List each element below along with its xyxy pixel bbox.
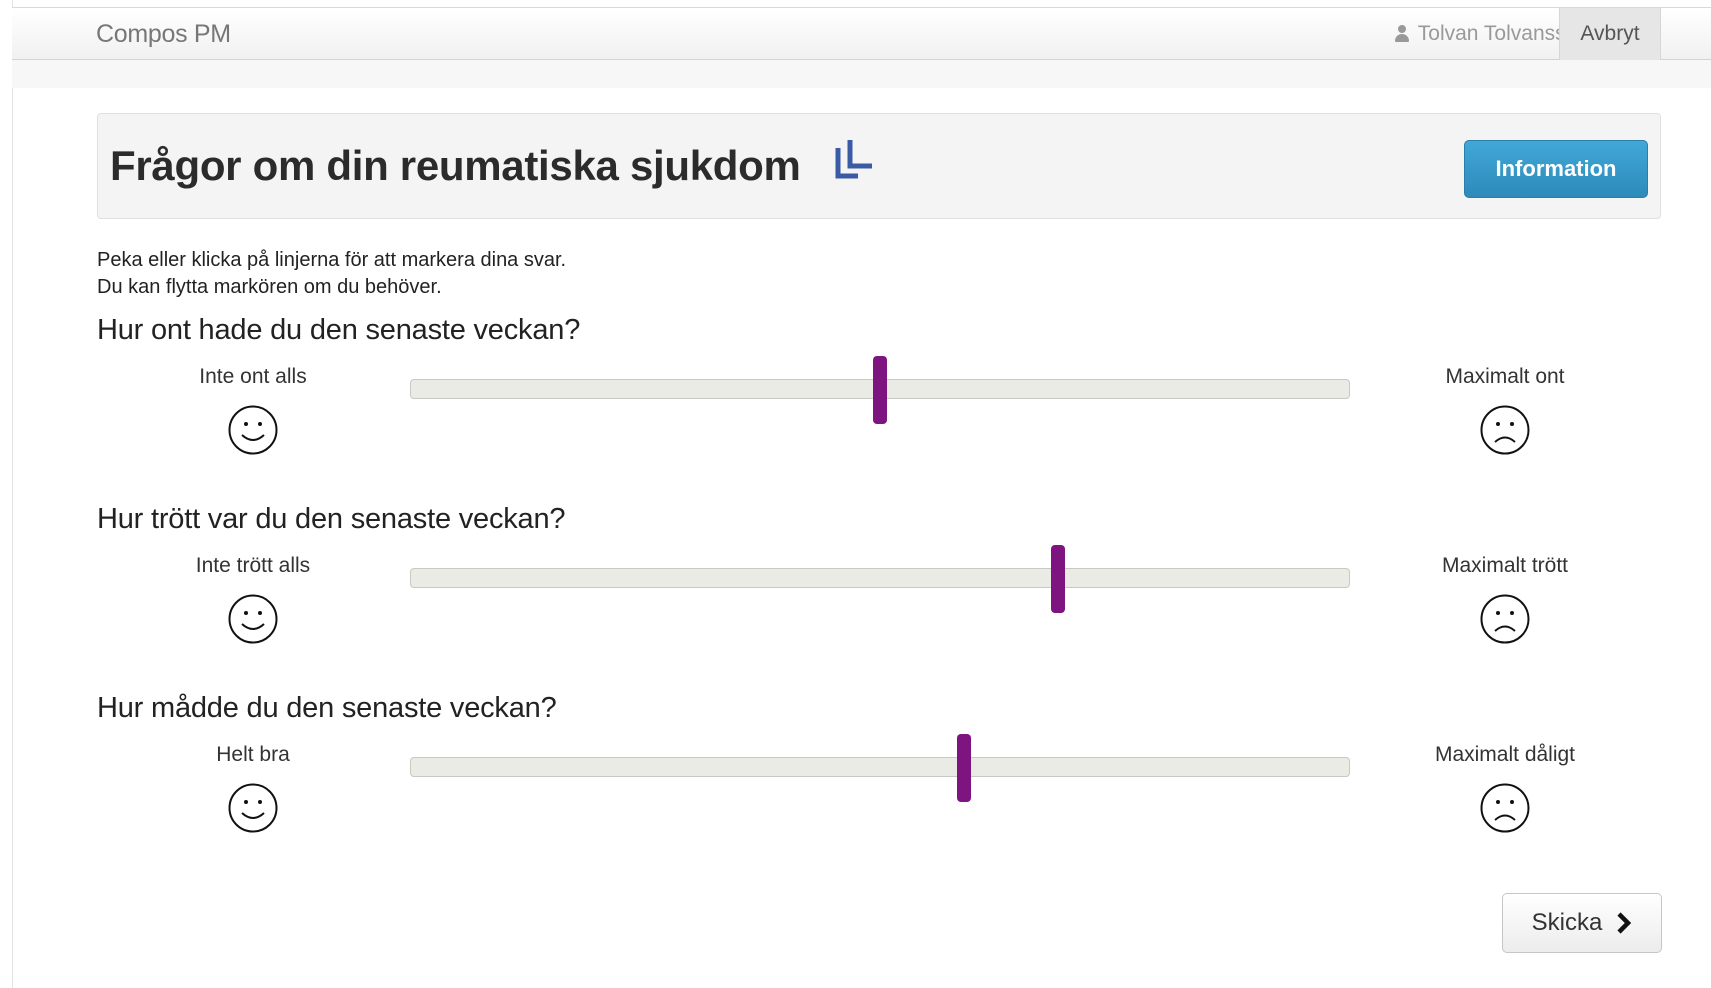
question-1-text: Hur ont hade du den senaste veckan? <box>97 314 581 346</box>
question-2-max-label: Maximalt trött <box>1441 554 1569 577</box>
sad-face-icon <box>1480 594 1530 644</box>
instruction-line-1: Peka eller klicka på linjerna för att ma… <box>97 249 567 271</box>
information-button[interactable]: Information <box>1464 140 1648 198</box>
cancel-button[interactable]: Avbryt <box>1559 8 1661 60</box>
user-icon <box>1394 25 1410 43</box>
nav-subbar <box>12 60 1711 88</box>
question-2-min-label: Inte trött alls <box>195 554 311 577</box>
sad-face-icon <box>1480 405 1530 455</box>
question-2-text: Hur trött var du den senaste veckan? <box>97 503 566 535</box>
question-1-min-label: Inte ont alls <box>199 365 307 388</box>
slider-thumb[interactable] <box>1051 545 1066 613</box>
instructions: Peka eller klicka på linjerna för att ma… <box>97 247 566 301</box>
question-1-slider[interactable] <box>410 356 1350 424</box>
question-3-max-label: Maximalt dåligt <box>1434 743 1576 766</box>
chevron-right-icon <box>1617 912 1632 934</box>
top-navbar: Compos PM Tolvan Tolvansson Avbryt <box>12 7 1711 60</box>
instruction-line-2: Du kan flytta markören om du behöver. <box>97 276 442 298</box>
submit-label: Skicka <box>1531 909 1603 936</box>
page-title: Frågor om din reumatiska sjukdom <box>110 142 801 189</box>
question-3-slider[interactable] <box>410 734 1350 802</box>
question-1-max-label: Maximalt ont <box>1445 365 1565 388</box>
happy-face-icon <box>228 783 278 833</box>
slider-thumb[interactable] <box>873 356 887 424</box>
header-panel: Frågor om din reumatiska sjukdom Informa… <box>97 113 1661 219</box>
slider-thumb[interactable] <box>957 734 972 802</box>
question-3-text: Hur mådde du den senaste veckan? <box>97 692 557 724</box>
submit-button[interactable]: Skicka <box>1502 893 1662 953</box>
brand-name: Compos PM <box>96 20 231 48</box>
page-border <box>12 0 13 988</box>
happy-face-icon <box>228 405 278 455</box>
sad-face-icon <box>1480 783 1530 833</box>
logo-icon <box>835 140 872 179</box>
question-3-min-label: Helt bra <box>216 743 290 766</box>
happy-face-icon <box>228 594 278 644</box>
question-2-slider[interactable] <box>410 545 1350 613</box>
